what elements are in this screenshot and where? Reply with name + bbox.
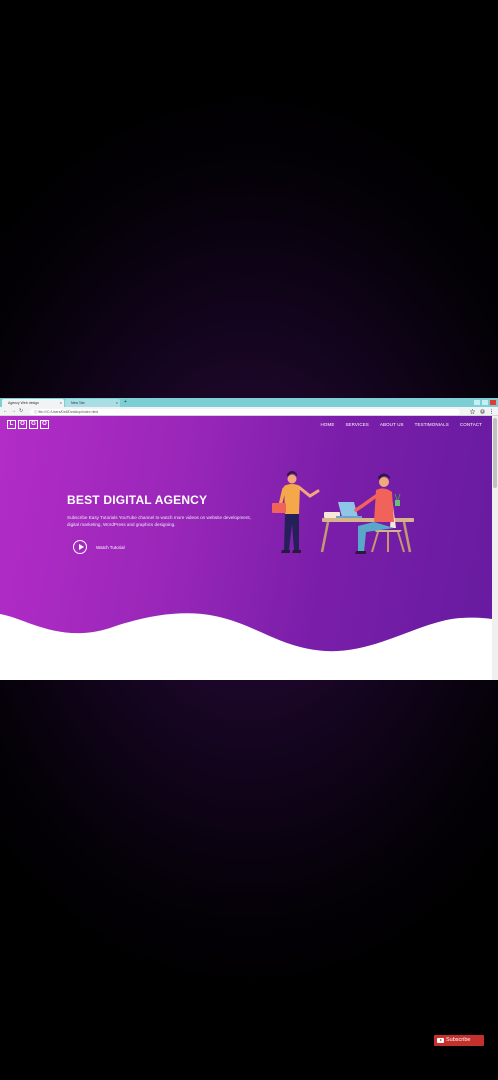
team-illustration (272, 471, 414, 554)
scrollbar-thumb[interactable] (493, 418, 497, 488)
close-window-button[interactable] (490, 400, 496, 405)
watch-tutorial-label: Watch Tutorial (96, 544, 125, 550)
browser-titlebar: Agency Web design × New Tab × + (0, 398, 498, 407)
window-controls (474, 398, 496, 407)
url-text: file:///C:/Users/Dell/Desktop/index.html (38, 409, 99, 414)
hero-headline: BEST DIGITAL AGENCY (67, 493, 208, 507)
watch-tutorial-button[interactable]: Watch Tutorial (73, 540, 125, 554)
tab-label: Agency Web design (8, 401, 40, 405)
subscribe-label: Subscribe (446, 1037, 471, 1043)
site-logo[interactable]: L O G O (7, 420, 49, 429)
logo-letter: O (18, 420, 27, 429)
subscribe-button[interactable]: Subscribe (434, 1035, 484, 1046)
main-nav: HOME SERVICES ABOUT US TESTIMONIALS CONT… (321, 422, 482, 427)
web-page: L O G O HOME SERVICES ABOUT US TESTIMONI… (0, 416, 498, 680)
maximize-button[interactable] (482, 400, 488, 405)
close-tab-icon[interactable]: × (116, 399, 118, 407)
standing-person (272, 471, 320, 553)
forward-arrow-icon[interactable]: → (11, 408, 16, 415)
minimize-button[interactable] (474, 400, 480, 405)
nav-testimonials[interactable]: TESTIMONIALS (415, 422, 449, 427)
play-icon[interactable] (73, 540, 87, 554)
seated-person (354, 473, 405, 554)
browser-window: Agency Web design × New Tab × + ← → ↻ ⓘ … (0, 398, 498, 680)
nav-contact[interactable]: CONTACT (460, 422, 482, 427)
address-bar[interactable]: ⓘ file:///C:/Users/Dell/Desktop/index.ht… (30, 408, 460, 415)
close-tab-icon[interactable]: × (60, 399, 62, 407)
page-scrollbar[interactable] (492, 416, 498, 680)
tab-agency-web-design[interactable]: Agency Web design × (2, 399, 64, 407)
nav-services[interactable]: SERVICES (345, 422, 368, 427)
logo-letter: L (7, 420, 16, 429)
profile-icon[interactable] (480, 409, 485, 414)
youtube-icon (437, 1038, 444, 1043)
hero-subtext: Subscribe Easy Tutorials YouTube channel… (67, 515, 251, 527)
new-tab-button[interactable]: + (124, 399, 127, 406)
browser-toolbar: ← → ↻ ⓘ file:///C:/Users/Dell/Desktop/in… (0, 407, 498, 416)
tab-label: New Tab (71, 401, 85, 405)
tab-new-tab[interactable]: New Tab × (65, 399, 120, 407)
nav-home[interactable]: HOME (321, 422, 335, 427)
hero-section: L O G O HOME SERVICES ABOUT US TESTIMONI… (0, 416, 492, 680)
hero-wave (0, 613, 492, 680)
star-icon[interactable] (470, 409, 475, 414)
logo-letter: G (29, 420, 38, 429)
logo-letter: O (40, 420, 49, 429)
back-arrow-icon[interactable]: ← (3, 408, 8, 415)
nav-about-us[interactable]: ABOUT US (380, 422, 404, 427)
menu-dots-icon[interactable] (489, 409, 494, 414)
reload-icon[interactable]: ↻ (19, 408, 23, 415)
